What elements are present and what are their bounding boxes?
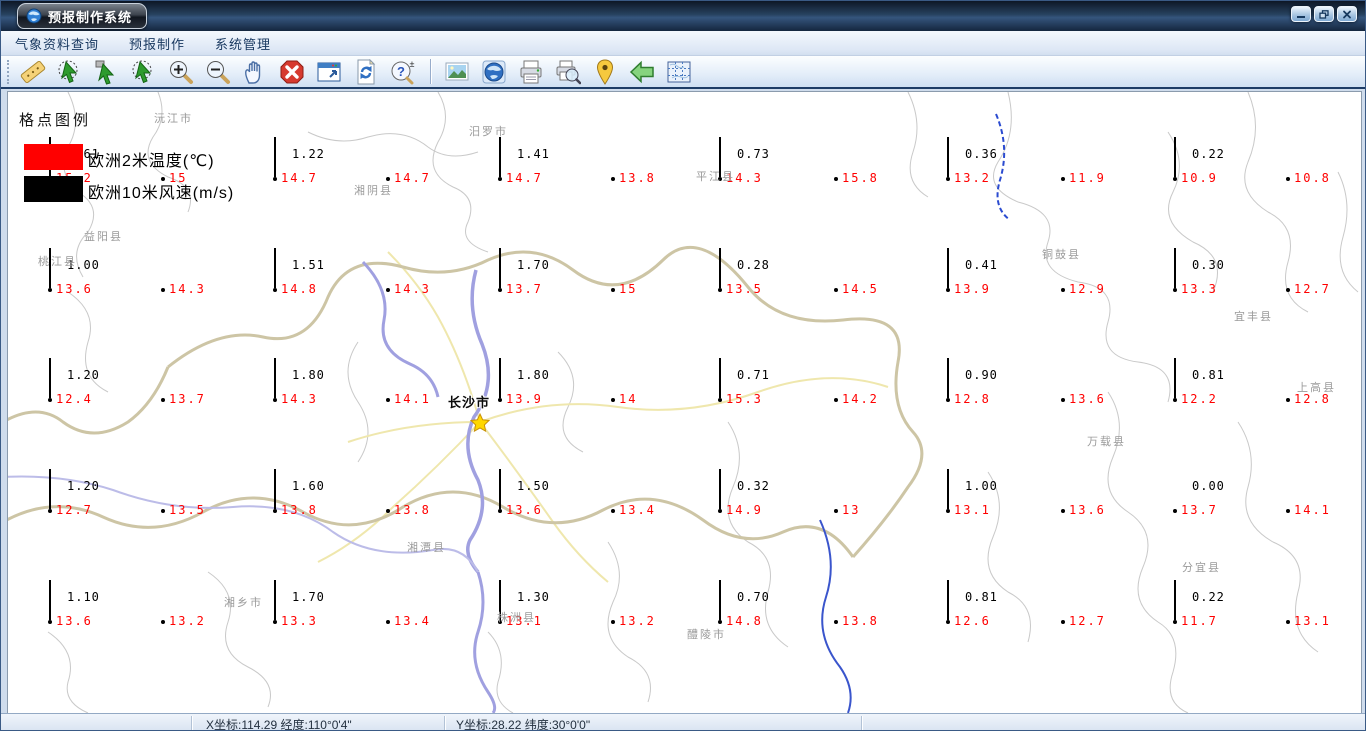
county-label: 铜鼓县 xyxy=(1042,249,1081,261)
toolbar-separator xyxy=(430,59,432,84)
zoom-out-icon xyxy=(205,59,233,85)
select-circle-button[interactable] xyxy=(129,57,161,86)
pan-button[interactable] xyxy=(240,57,272,86)
county-label: 平江县 xyxy=(696,171,735,183)
status-separator xyxy=(861,716,863,730)
county-label: 分宜县 xyxy=(1182,562,1221,574)
refresh-icon xyxy=(353,58,381,85)
status-bar: X坐标:114.29 经度:110°0'4" Y坐标:28.22 纬度:30°0… xyxy=(1,713,1365,731)
app-window: 预报制作系统 气象资料查询 预报制作 系统管理 ? ± 15.2 1.61 15… xyxy=(0,0,1366,731)
pin-icon xyxy=(592,58,620,85)
select-feature-button[interactable] xyxy=(55,57,87,86)
status-separator xyxy=(191,716,193,730)
window-controls xyxy=(1291,6,1357,22)
status-y-coordinate: Y坐标:28.22 纬度:30°0'0" xyxy=(456,718,591,731)
pointer-dotted-icon xyxy=(57,59,85,85)
pointer-dotted-icon xyxy=(131,59,159,85)
locate-button[interactable] xyxy=(590,57,622,86)
hand-icon xyxy=(242,59,270,85)
county-label: 万载县 xyxy=(1087,436,1126,448)
close-button[interactable] xyxy=(1337,6,1357,22)
minimize-button[interactable] xyxy=(1291,6,1311,22)
zoom-in-button[interactable] xyxy=(166,57,198,86)
export-image-button[interactable] xyxy=(442,57,474,86)
city-label: 长沙市 xyxy=(448,395,491,410)
county-label: 湘潭县 xyxy=(407,542,446,554)
map-labels-layer: 沅江市汨罗市湘阴县 平江县益阳县桃江县 铜鼓县宜丰县上高县长沙市万载县分宜县 湘潭县湘… xyxy=(8,92,1361,713)
status-separator xyxy=(444,716,446,730)
window-title: 预报制作系统 xyxy=(48,9,133,25)
county-label: 益阳县 xyxy=(84,231,123,243)
arrow-left-icon xyxy=(629,59,657,85)
ruler-icon xyxy=(20,59,48,85)
menu-system-management[interactable]: 系统管理 xyxy=(215,34,271,53)
svg-text:?: ? xyxy=(397,64,405,79)
print-preview-icon xyxy=(555,59,583,85)
county-label: 汨罗市 xyxy=(469,126,508,138)
county-label: 沅江市 xyxy=(154,113,193,125)
toolbar: ? ± xyxy=(1,56,1365,89)
printer-icon xyxy=(518,59,546,85)
zoom-in-icon xyxy=(168,59,196,85)
refresh-button[interactable] xyxy=(351,57,383,86)
print-preview-button[interactable] xyxy=(553,57,585,86)
menu-forecast-production[interactable]: 预报制作 xyxy=(129,34,185,53)
print-button[interactable] xyxy=(516,57,548,86)
restore-button[interactable] xyxy=(1314,6,1334,22)
stop-icon xyxy=(279,59,307,85)
toolbar-grip[interactable] xyxy=(7,59,12,84)
zoom-out-button[interactable] xyxy=(203,57,235,86)
county-label: 上高县 xyxy=(1297,382,1336,394)
help-icon: ? ± xyxy=(390,59,418,85)
identify-button[interactable]: ? ± xyxy=(388,57,420,86)
globe-app-icon xyxy=(26,8,42,24)
globe-button[interactable] xyxy=(479,57,511,86)
map-area[interactable]: 15.2 1.61 15 14.7 1.22 14.7 14.7 1.41 13.8 14.3 0.… xyxy=(7,91,1362,714)
menu-weather-data-query[interactable]: 气象资料查询 xyxy=(15,34,99,53)
measure-button[interactable] xyxy=(18,57,50,86)
county-label: 桃江县 xyxy=(38,256,77,268)
image-icon xyxy=(444,59,472,85)
status-x-coordinate: X坐标:114.29 经度:110°0'4" xyxy=(206,718,352,731)
select-element-button[interactable] xyxy=(92,57,124,86)
globe-icon xyxy=(481,59,509,85)
county-label: 湘乡市 xyxy=(224,597,263,609)
county-label: 宜丰县 xyxy=(1234,311,1273,323)
svg-text:±: ± xyxy=(410,59,415,69)
county-label: 湘阴县 xyxy=(354,185,393,197)
county-label: 株洲县 xyxy=(497,612,536,624)
back-button[interactable] xyxy=(627,57,659,86)
grid-icon xyxy=(666,59,694,85)
full-extent-button[interactable] xyxy=(314,57,346,86)
county-label: 醴陵市 xyxy=(687,629,726,641)
menu-bar: 气象资料查询 预报制作 系统管理 xyxy=(1,31,1365,56)
cancel-button[interactable] xyxy=(277,57,309,86)
window-icon xyxy=(316,59,344,85)
app-tab: 预报制作系统 xyxy=(17,3,148,29)
grid-map-button[interactable] xyxy=(664,57,696,86)
title-bar: 预报制作系统 xyxy=(1,1,1365,31)
pointer-box-icon xyxy=(94,59,122,85)
